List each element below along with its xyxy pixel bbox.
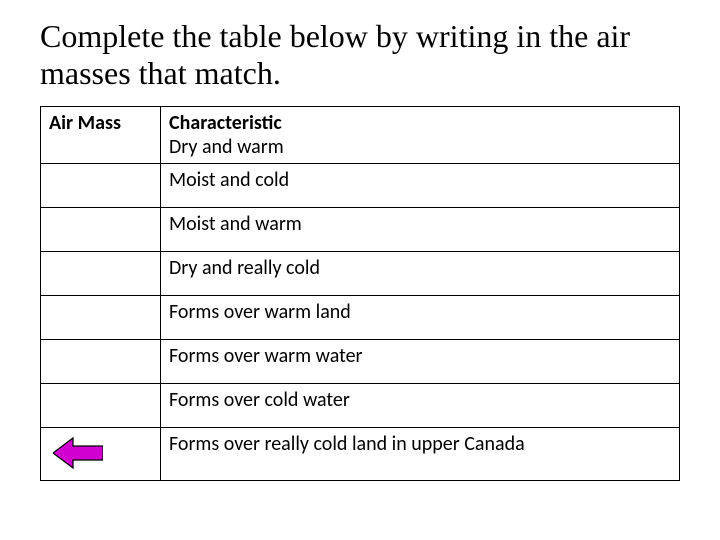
- cell-characteristic: Forms over cold water: [161, 383, 680, 427]
- cell-airmass[interactable]: [41, 339, 161, 383]
- cell-airmass[interactable]: [41, 383, 161, 427]
- back-arrow-icon[interactable]: [53, 436, 103, 470]
- air-mass-table: Air Mass Characteristic Dry and warm Moi…: [40, 106, 680, 481]
- cell-airmass[interactable]: [41, 251, 161, 295]
- table-row: Moist and cold: [41, 163, 680, 207]
- table-header-row: Air Mass Characteristic Dry and warm: [41, 106, 680, 163]
- header-characteristic-label: Characteristic: [169, 111, 282, 135]
- table-row: Forms over warm water: [41, 339, 680, 383]
- table-row: Forms over cold water: [41, 383, 680, 427]
- page-title: Complete the table below by writing in t…: [40, 18, 680, 92]
- cell-characteristic: Dry and really cold: [161, 251, 680, 295]
- header-characteristic-sub: Dry and warm: [169, 135, 671, 159]
- table-row: Dry and really cold: [41, 251, 680, 295]
- table-row: Forms over really cold land in upper Can…: [41, 427, 680, 480]
- cell-characteristic: Moist and cold: [161, 163, 680, 207]
- cell-airmass[interactable]: [41, 427, 161, 480]
- back-arrow-wrap: [49, 432, 152, 476]
- back-arrow-shape: [53, 438, 103, 468]
- slide: Complete the table below by writing in t…: [0, 0, 720, 481]
- table-row: Forms over warm land: [41, 295, 680, 339]
- cell-characteristic: Forms over warm land: [161, 295, 680, 339]
- cell-airmass[interactable]: [41, 163, 161, 207]
- cell-characteristic: Moist and warm: [161, 207, 680, 251]
- header-air-mass: Air Mass: [41, 106, 161, 163]
- cell-airmass[interactable]: [41, 207, 161, 251]
- table-row: Moist and warm: [41, 207, 680, 251]
- cell-characteristic: Forms over warm water: [161, 339, 680, 383]
- header-characteristic: Characteristic Dry and warm: [161, 106, 680, 163]
- cell-airmass[interactable]: [41, 295, 161, 339]
- cell-characteristic: Forms over really cold land in upper Can…: [161, 427, 680, 480]
